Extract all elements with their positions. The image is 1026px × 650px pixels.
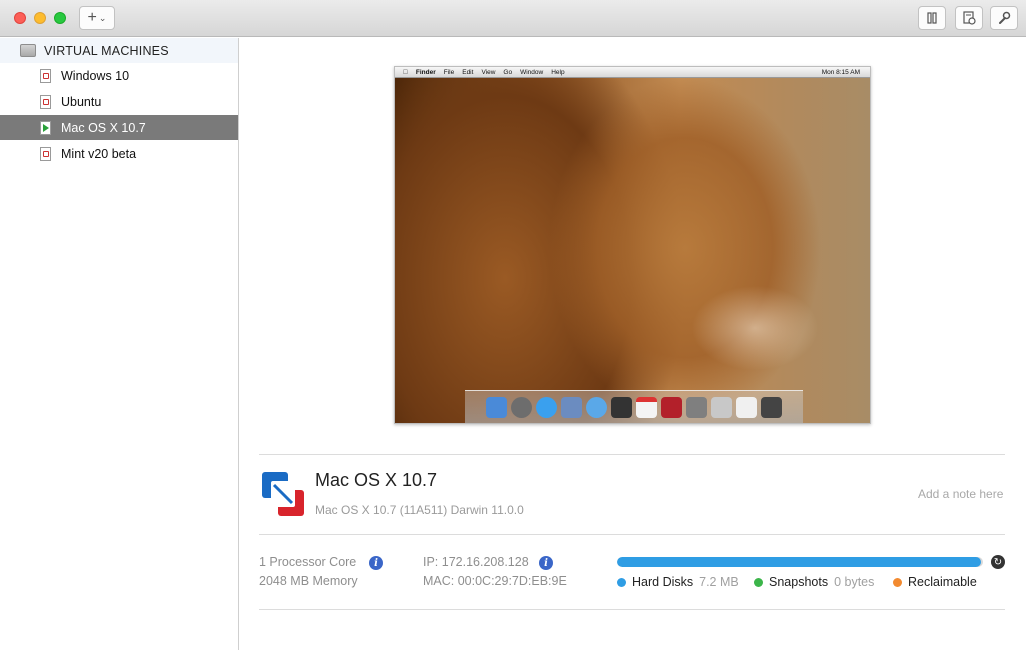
- guest-menu-item: Finder: [411, 68, 436, 76]
- folder-icon: [20, 44, 36, 57]
- photo-booth-icon: [661, 396, 682, 418]
- memory-info: 2048 MB Memory: [259, 574, 358, 588]
- guest-menu-item: Window: [515, 68, 543, 76]
- legend-hard-disks: Hard Disks 7.2 MB: [617, 575, 739, 589]
- info-icon[interactable]: i: [539, 556, 553, 570]
- settings-button[interactable]: [990, 6, 1018, 30]
- app-store-icon: [536, 396, 557, 418]
- add-vm-button[interactable]: + ⌄: [79, 6, 115, 30]
- system-preferences-icon: [686, 396, 707, 418]
- apple-icon: : [403, 69, 408, 76]
- chevron-down-icon: ⌄: [98, 12, 107, 23]
- guest-dock: [465, 390, 803, 423]
- pause-icon: [927, 12, 937, 24]
- mac-address: MAC: 00:0C:29:7D:EB:9E: [423, 574, 567, 588]
- storage-usage-bar: [617, 557, 983, 567]
- sidebar-item-mint-v20-beta[interactable]: Mint v20 beta: [0, 141, 238, 166]
- vm-os-details: Mac OS X 10.7 (11A511) Darwin 11.0.0: [315, 503, 524, 517]
- sidebar-section-header[interactable]: VIRTUAL MACHINES: [0, 38, 238, 63]
- storage-hard-disks-fill: [617, 557, 982, 567]
- divider: [259, 454, 1005, 455]
- sidebar-item-windows-10[interactable]: Windows 10: [0, 63, 238, 88]
- vm-file-icon: [40, 146, 51, 161]
- vm-file-icon: [40, 68, 51, 83]
- guest-menu-bar:  Finder File Edit View Go Window Help M…: [395, 67, 870, 78]
- launchpad-icon: [511, 396, 532, 418]
- sidebar-item-mac-os-x[interactable]: Mac OS X 10.7: [0, 115, 238, 140]
- ip-address: IP: 172.16.208.128: [423, 555, 529, 569]
- vm-running-icon: [40, 120, 51, 135]
- legend-reclaimable: Reclaimable: [893, 575, 983, 589]
- sidebar-item-label: Ubuntu: [61, 94, 102, 109]
- disk-icon: [711, 396, 732, 418]
- sidebar-item-label: Mint v20 beta: [61, 146, 137, 161]
- mail-icon: [561, 396, 582, 418]
- hard-disks-dot: [617, 577, 626, 587]
- finder-icon: [486, 396, 507, 418]
- vm-screen-preview[interactable]:  Finder File Edit View Go Window Help M…: [394, 66, 871, 424]
- plus-icon: +: [87, 9, 97, 26]
- sidebar: VIRTUAL MACHINES Windows 10 Ubuntu Mac O…: [0, 38, 239, 650]
- trash-icon: [761, 396, 782, 418]
- legend-label: Snapshots: [769, 575, 829, 589]
- imovie-icon: [611, 396, 632, 418]
- info-icon[interactable]: i: [369, 556, 383, 570]
- snapshot-icon: [963, 11, 976, 25]
- add-note-field[interactable]: Add a note here: [918, 487, 1003, 501]
- legend-value: 0 bytes: [834, 575, 875, 589]
- vm-detail-panel:  Finder File Edit View Go Window Help M…: [240, 38, 1026, 650]
- sidebar-item-label: Mac OS X 10.7: [61, 120, 146, 135]
- safari-icon: [586, 396, 607, 418]
- reclaimable-dot: [893, 577, 902, 587]
- calendar-icon: [636, 396, 657, 418]
- processor-info: 1 Processor Core: [259, 555, 357, 569]
- vmware-fusion-logo: [262, 472, 304, 516]
- legend-value: 7.2 MB: [699, 575, 739, 589]
- guest-menu-item: Edit: [457, 68, 473, 76]
- divider: [259, 609, 1005, 610]
- pause-button[interactable]: [918, 6, 946, 30]
- lion-wallpaper: [395, 78, 870, 423]
- snapshots-dot: [754, 577, 763, 587]
- close-window-button[interactable]: [14, 12, 26, 24]
- legend-label: Reclaimable: [908, 575, 977, 589]
- snapshot-button[interactable]: [955, 6, 983, 30]
- sidebar-item-label: Windows 10: [61, 68, 130, 83]
- wrench-icon: [999, 11, 1011, 24]
- legend-snapshots: Snapshots 0 bytes: [754, 575, 874, 589]
- legend-label: Hard Disks: [632, 575, 694, 589]
- guest-menu-item: View: [476, 68, 495, 76]
- divider: [259, 534, 1005, 535]
- sidebar-item-ubuntu[interactable]: Ubuntu: [0, 89, 238, 114]
- refresh-icon[interactable]: ↻: [991, 555, 1005, 569]
- guest-menu-item: File: [438, 68, 454, 76]
- title-bar: + ⌄: [0, 0, 1026, 37]
- zoom-window-button[interactable]: [54, 12, 66, 24]
- vm-name: Mac OS X 10.7: [315, 470, 438, 490]
- vm-file-icon: [40, 94, 51, 109]
- document-icon: [736, 396, 757, 418]
- guest-menu-item: Go: [498, 68, 512, 76]
- guest-menu-item: Help: [546, 68, 564, 76]
- minimize-window-button[interactable]: [34, 12, 46, 24]
- sidebar-header-label: VIRTUAL MACHINES: [44, 43, 169, 58]
- guest-clock: Mon 8:15 AM: [821, 69, 860, 76]
